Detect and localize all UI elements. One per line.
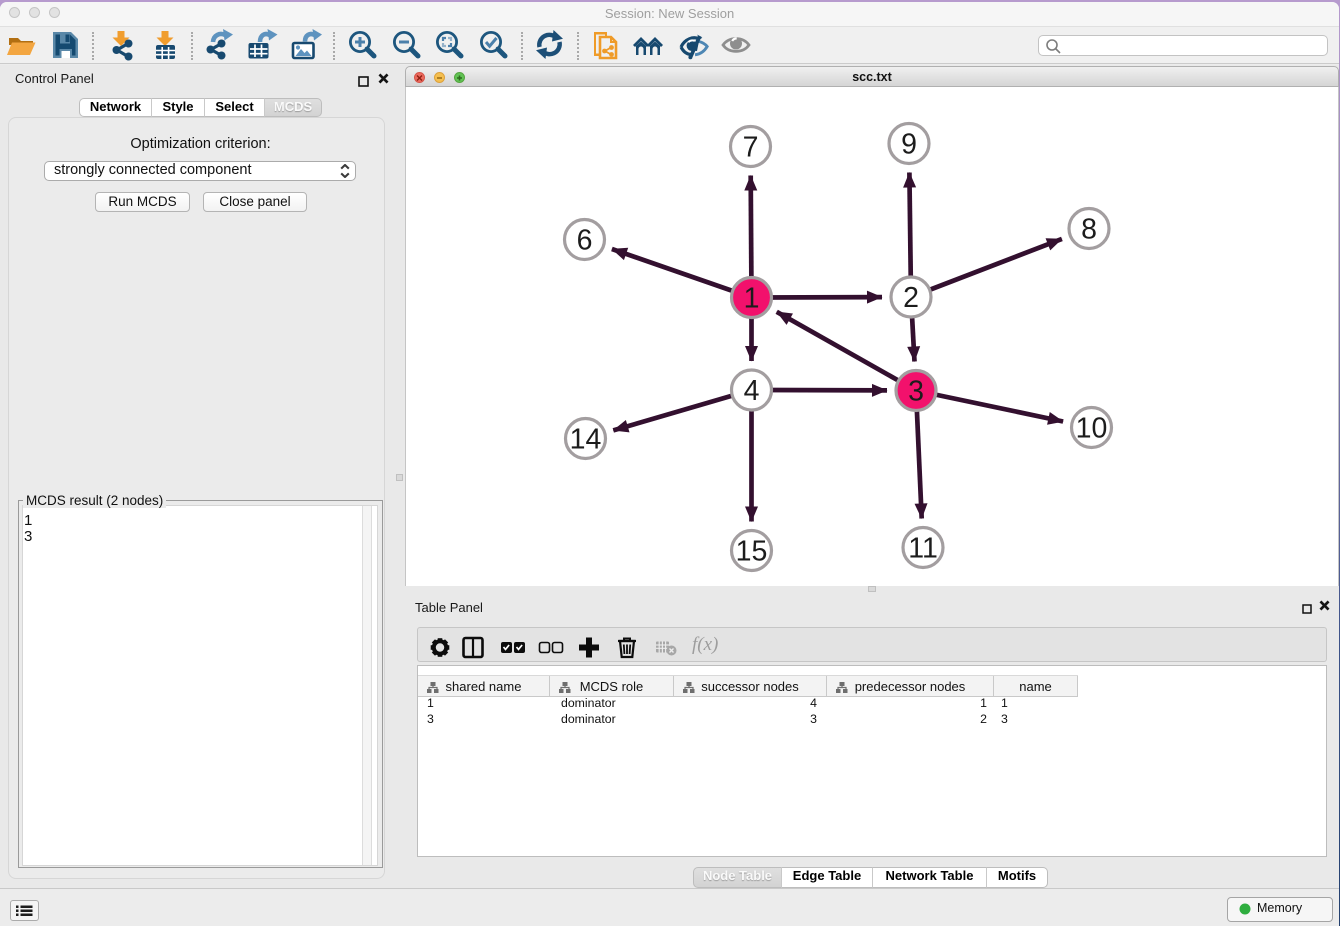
svg-text:11: 11	[908, 533, 938, 565]
svg-text:9: 9	[901, 129, 917, 161]
svg-text:3: 3	[908, 376, 924, 408]
svg-text:1: 1	[744, 283, 760, 315]
svg-text:8: 8	[1081, 214, 1097, 246]
svg-text:6: 6	[577, 225, 593, 257]
svg-text:10: 10	[1076, 413, 1108, 445]
svg-text:15: 15	[736, 536, 768, 568]
svg-text:7: 7	[743, 132, 759, 164]
svg-text:4: 4	[744, 375, 760, 407]
svg-text:14: 14	[570, 424, 602, 456]
svg-text:2: 2	[903, 282, 919, 314]
